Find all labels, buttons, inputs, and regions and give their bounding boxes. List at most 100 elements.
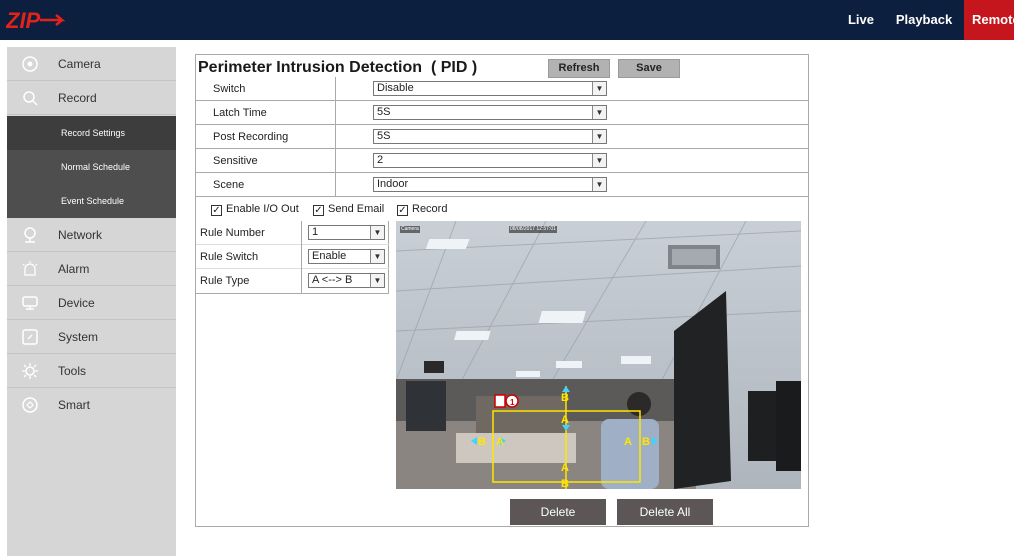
line-label-b: B: [642, 436, 650, 448]
nav-playback[interactable]: Playback: [891, 0, 957, 40]
chevron-down-icon: ▼: [370, 250, 384, 263]
select-value: Indoor: [377, 178, 409, 190]
smart-icon: [22, 397, 38, 413]
checkmark-icon: ✓: [313, 205, 324, 216]
nav-remote[interactable]: Remote: [964, 0, 1014, 40]
rule-marker-number: 1: [510, 398, 515, 407]
device-icon: [22, 296, 38, 310]
rule-row: Rule Type A <--> B ▼: [196, 269, 389, 293]
line-label-a: A: [496, 436, 504, 448]
rule-row: Rule Switch Enable ▼: [196, 245, 389, 269]
network-icon: [24, 227, 36, 243]
switch-select[interactable]: Disable ▼: [373, 81, 607, 96]
system-icon: [22, 329, 38, 345]
latch-time-select[interactable]: 5S ▼: [373, 105, 607, 120]
checkmark-icon: ✓: [211, 205, 222, 216]
delete-all-button[interactable]: Delete All: [617, 499, 713, 525]
select-value: Enable: [312, 250, 347, 262]
field-row-sensitive: Sensitive 2 ▼: [196, 149, 808, 173]
sensitive-select[interactable]: 2 ▼: [373, 153, 607, 168]
chevron-down-icon: ▼: [592, 82, 606, 95]
select-value: 2: [377, 154, 384, 166]
sidebar-item-system[interactable]: System: [7, 320, 176, 354]
select-value: 1: [312, 226, 319, 238]
sidebar-sub-normal-schedule[interactable]: Normal Schedule: [7, 150, 176, 184]
record-checkbox[interactable]: ✓ Record: [397, 202, 447, 216]
sidebar-item-device[interactable]: Device: [7, 286, 176, 320]
chevron-down-icon: ▼: [592, 154, 606, 167]
sidebar: Camera Record Record Settings Normal Sch…: [7, 47, 176, 556]
post-recording-select[interactable]: 5S ▼: [373, 129, 607, 144]
line-label-b: B: [478, 436, 486, 448]
app-root: ZIP Live Playback Remote Camera Record R…: [0, 0, 1014, 556]
field-label: Sensitive: [196, 149, 336, 173]
sidebar-item-label: Smart: [58, 398, 91, 412]
field-row-latch-time: Latch Time 5S ▼: [196, 101, 808, 125]
chevron-down-icon: ▼: [592, 106, 606, 119]
search-icon: [23, 91, 38, 106]
pid-panel: Perimeter Intrusion Detection ( PID ) Re…: [195, 54, 809, 527]
sidebar-sub-record-settings[interactable]: Record Settings: [7, 116, 176, 150]
page-title: Perimeter Intrusion Detection ( PID ): [198, 59, 478, 76]
rules-divider: [301, 221, 302, 294]
camera-icon: [22, 56, 38, 72]
checkbox-label: Send Email: [328, 203, 385, 215]
field-row-scene: Scene Indoor ▼: [196, 173, 808, 197]
sidebar-item-label: Alarm: [58, 262, 90, 276]
sidebar-item-label: Camera: [58, 57, 101, 71]
line-label-b: B: [561, 478, 569, 489]
action-checkboxes: ✓ Enable I/O Out ✓ Send Email ✓ Record: [196, 197, 808, 221]
chevron-down-icon: ▼: [592, 130, 606, 143]
camera-scene: B A B A A B A B 1: [396, 221, 801, 489]
refresh-button[interactable]: Refresh: [548, 59, 610, 78]
sidebar-item-label: Network: [58, 228, 103, 242]
sidebar-item-label: System: [58, 330, 99, 344]
rule-label: Rule Type: [200, 275, 250, 287]
field-label: Switch: [196, 77, 336, 101]
camera-channel-label: Camera: [400, 226, 420, 233]
scene-select[interactable]: Indoor ▼: [373, 177, 607, 192]
send-email-checkbox[interactable]: ✓ Send Email: [313, 202, 384, 216]
nav-live[interactable]: Live: [841, 0, 881, 40]
checkbox-label: Record: [412, 203, 448, 215]
delete-button[interactable]: Delete: [510, 499, 606, 525]
rule-label: Rule Switch: [200, 251, 259, 263]
select-value: Disable: [377, 82, 414, 94]
line-label-a: A: [561, 462, 569, 474]
rule-label: Rule Number: [200, 227, 265, 239]
camera-preview[interactable]: B A B A A B A B 1 Camera 08/08/2017 12:5…: [396, 221, 801, 489]
rule-switch-select[interactable]: Enable ▼: [308, 249, 385, 264]
field-label: Post Recording: [196, 125, 336, 149]
top-bar: ZIP Live Playback Remote: [0, 0, 1014, 40]
line-label-a: A: [561, 414, 569, 426]
checkmark-icon: ✓: [397, 205, 408, 216]
field-label: Latch Time: [196, 101, 336, 125]
sidebar-item-alarm[interactable]: Alarm: [7, 252, 176, 286]
checkbox-label: Enable I/O Out: [226, 203, 299, 215]
rule-type-select[interactable]: A <--> B ▼: [308, 273, 385, 288]
select-value: A <--> B: [312, 274, 353, 286]
field-label: Scene: [196, 173, 336, 197]
rule-row: Rule Number 1 ▼: [196, 221, 389, 245]
rule-number-select[interactable]: 1 ▼: [308, 225, 385, 240]
sidebar-item-smart[interactable]: Smart: [7, 388, 176, 422]
sidebar-item-network[interactable]: Network: [7, 218, 176, 252]
sidebar-item-label: Record: [58, 91, 97, 105]
sidebar-sub-event-schedule[interactable]: Event Schedule: [7, 184, 176, 218]
chevron-down-icon: ▼: [592, 178, 606, 191]
logo-text: ZIP: [6, 8, 41, 33]
save-button[interactable]: Save: [618, 59, 680, 78]
chevron-down-icon: ▼: [370, 274, 384, 287]
sidebar-item-label: Device: [58, 296, 95, 310]
sidebar-item-camera[interactable]: Camera: [7, 47, 176, 81]
sidebar-item-record[interactable]: Record: [7, 81, 176, 115]
enable-io-out-checkbox[interactable]: ✓ Enable I/O Out: [211, 202, 299, 216]
sidebar-item-label: Tools: [58, 364, 87, 378]
zip-logo: ZIP: [6, 8, 66, 33]
select-value: 5S: [377, 106, 391, 118]
sidebar-item-tools[interactable]: Tools: [7, 354, 176, 388]
tools-icon: [22, 363, 38, 379]
line-label-b: B: [561, 392, 569, 404]
field-row-post-recording: Post Recording 5S ▼: [196, 125, 808, 149]
alarm-icon: [22, 261, 38, 276]
